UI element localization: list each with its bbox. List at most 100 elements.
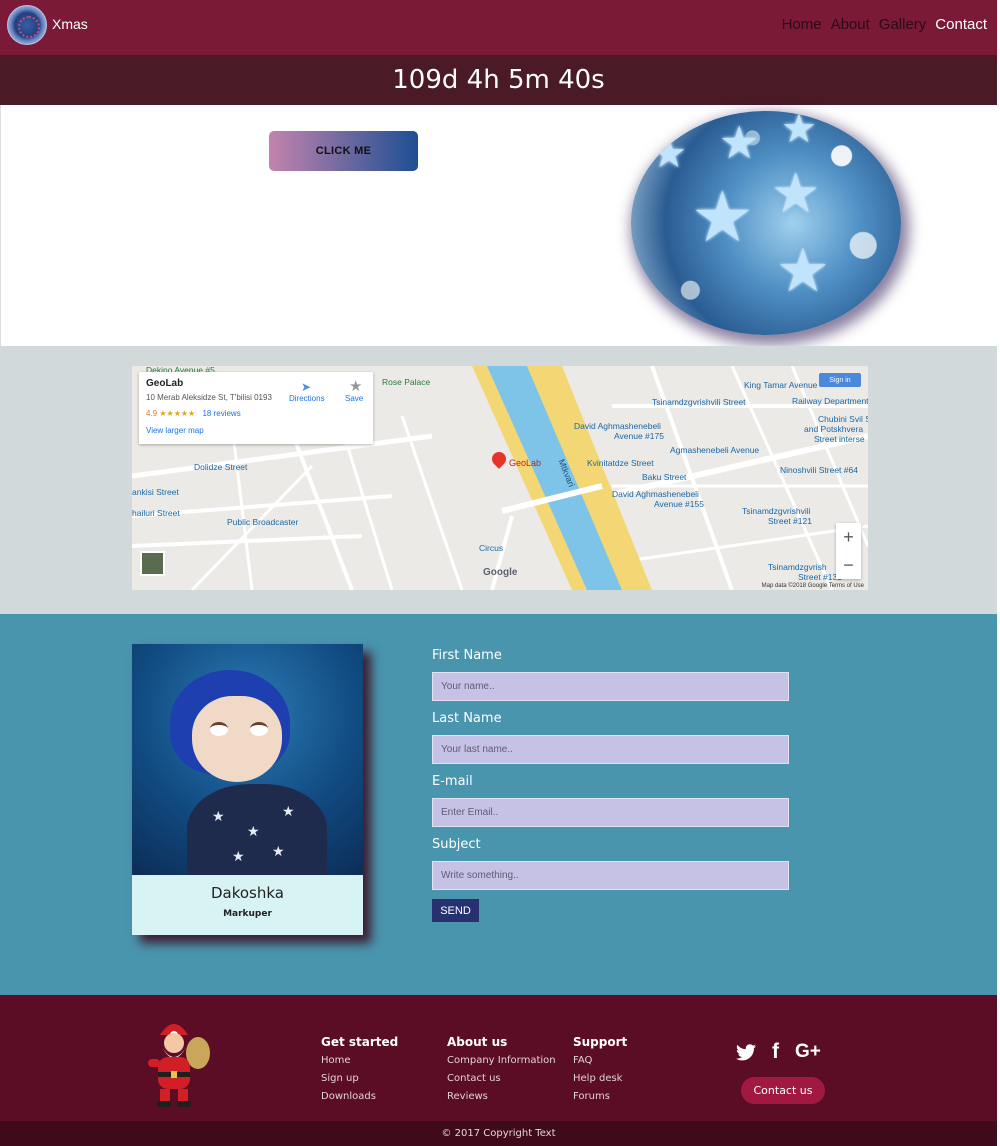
footer-link-help-desk[interactable]: Help desk xyxy=(573,1073,627,1091)
map-label: Tsinamdzgvrishvili Street xyxy=(652,397,746,407)
zoom-out-button[interactable]: − xyxy=(836,551,861,579)
footer-link-reviews[interactable]: Reviews xyxy=(447,1091,556,1109)
reviews-link[interactable]: 18 reviews xyxy=(202,409,240,418)
subject-input[interactable] xyxy=(432,861,789,890)
map-label: Ninoshvili Street #64 xyxy=(780,465,858,475)
map-label: David Aghmashenebeli xyxy=(574,421,661,431)
first-name-input[interactable] xyxy=(432,672,789,701)
google-map[interactable]: Dekino Avenue #5 Rose Palace King Tamar … xyxy=(132,366,868,590)
star-ornament-icon: ★ xyxy=(719,116,760,169)
place-address: 10 Merab Aleksidze St, T'bilisi 0193 xyxy=(146,393,272,402)
map-label: Public Broadcaster xyxy=(227,517,299,527)
footer-link-faq[interactable]: FAQ xyxy=(573,1055,627,1073)
nav-gallery-link[interactable]: Gallery xyxy=(879,16,927,33)
map-label: Rose Palace xyxy=(382,377,431,387)
star-ornament-icon: ★ xyxy=(651,131,687,177)
footer-column-get-started: Get started Home Sign up Downloads xyxy=(321,1035,398,1109)
map-place-card: GeoLab 10 Merab Aleksidze St, T'bilisi 0… xyxy=(139,372,373,444)
map-label: Avenue #175 xyxy=(614,431,664,441)
email-input[interactable] xyxy=(432,798,789,827)
map-label: King Tamar Avenue xyxy=(744,380,818,390)
countdown-banner: 109d 4h 5m 40s xyxy=(0,55,997,105)
map-label: Tsinamdzgvrish xyxy=(768,562,827,572)
save-link[interactable]: Save xyxy=(345,394,363,403)
email-label: E-mail xyxy=(432,774,473,789)
send-button[interactable]: SEND xyxy=(432,899,479,922)
map-label: Agmashenebeli Avenue xyxy=(670,445,760,455)
map-sign-in-button[interactable]: Sign in xyxy=(819,373,861,387)
nav-home-link[interactable]: Home xyxy=(782,16,822,33)
rating-value: 4.9 xyxy=(146,409,158,418)
footer-link-home[interactable]: Home xyxy=(321,1055,398,1073)
footer-column-about-us: About us Company Information Contact us … xyxy=(447,1035,556,1109)
star-ornament-icon: ★ xyxy=(691,176,754,258)
map-label: hailuri Street xyxy=(132,508,180,518)
contact-us-button[interactable]: Contact us xyxy=(741,1077,825,1104)
footer-heading: Support xyxy=(573,1035,628,1049)
nav-about-link[interactable]: About xyxy=(831,16,870,33)
footer-link-downloads[interactable]: Downloads xyxy=(321,1091,398,1109)
christmas-stars-photo: ★ ★ ★ ★ ★ ★ xyxy=(631,111,901,335)
brand-logo[interactable] xyxy=(7,5,47,45)
directions-link[interactable]: Directions xyxy=(289,394,325,403)
google-logo: Google xyxy=(483,567,518,578)
profile-card: ★ ★ ★ ★ ★ Dakoshka Markuper xyxy=(132,644,363,935)
last-name-input[interactable] xyxy=(432,735,789,764)
map-label: Avenue #155 xyxy=(654,499,704,509)
star-icon: ★ xyxy=(212,809,225,825)
footer: Get started Home Sign up Downloads About… xyxy=(0,995,997,1121)
map-label: Street interse xyxy=(814,434,865,444)
place-title: GeoLab xyxy=(146,378,184,389)
map-label: Tsinamdzgvrishvili xyxy=(742,506,811,516)
click-me-button[interactable]: CLICK ME xyxy=(269,131,418,171)
facebook-icon[interactable]: f xyxy=(772,1040,779,1064)
map-label: Circus xyxy=(479,543,504,553)
brand-name[interactable]: Xmas xyxy=(52,16,88,32)
map-label: David Aghmashenebeli xyxy=(612,489,699,499)
contact-form: First Name Last Name E-mail Subject SEND xyxy=(432,648,789,922)
first-name-label: First Name xyxy=(432,648,502,663)
footer-link-company-info[interactable]: Company Information xyxy=(447,1055,556,1073)
zoom-in-button[interactable]: + xyxy=(836,523,861,551)
map-section: Dekino Avenue #5 Rose Palace King Tamar … xyxy=(0,346,997,614)
hero-section: CLICK ME ★ ★ ★ ★ ★ ★ xyxy=(0,105,997,346)
contact-section: ★ ★ ★ ★ ★ Dakoshka Markuper First Name L… xyxy=(0,614,997,995)
google-plus-icon[interactable]: G+ xyxy=(795,1041,821,1063)
nav-links: Home About Gallery Contact xyxy=(782,16,987,33)
twitter-icon[interactable] xyxy=(736,1043,756,1061)
profile-photo: ★ ★ ★ ★ ★ xyxy=(132,644,363,875)
map-label: Railway Department xyxy=(792,396,868,406)
footer-heading: Get started xyxy=(321,1035,399,1049)
directions-icon[interactable]: ➤ xyxy=(301,380,311,394)
map-terms[interactable]: Map data ©2018 Google Terms of Use xyxy=(762,583,864,589)
map-label: ankisi Street xyxy=(132,487,179,497)
social-links: f G+ xyxy=(736,1040,821,1064)
top-navbar: Xmas Home About Gallery Contact xyxy=(0,0,997,55)
satellite-toggle[interactable] xyxy=(140,551,165,576)
star-icon: ★ xyxy=(272,844,285,860)
star-ornament-icon: ★ xyxy=(776,236,830,306)
copyright-text: © 2017 Copyright Text xyxy=(441,1128,556,1139)
star-icon: ★ xyxy=(232,849,245,865)
footer-link-sign-up[interactable]: Sign up xyxy=(321,1073,398,1091)
view-larger-map-link[interactable]: View larger map xyxy=(146,426,366,435)
copyright-bar: © 2017 Copyright Text xyxy=(0,1121,997,1146)
map-zoom-control: + − xyxy=(836,523,861,579)
profile-role: Markuper xyxy=(223,909,272,919)
footer-column-support: Support FAQ Help desk Forums xyxy=(573,1035,627,1109)
rating-stars-icon: ★★★★★ xyxy=(159,409,196,418)
footer-link-forums[interactable]: Forums xyxy=(573,1091,627,1109)
save-star-icon[interactable]: ★ xyxy=(349,377,362,395)
map-label: and Potskhvera xyxy=(804,424,864,434)
map-label: Street #121 xyxy=(768,516,812,526)
map-label: Kvinitatdze Street xyxy=(587,458,654,468)
last-name-label: Last Name xyxy=(432,711,502,726)
place-rating: 4.9 ★★★★★ 18 reviews xyxy=(146,409,366,418)
countdown-timer: 109d 4h 5m 40s xyxy=(392,65,605,95)
footer-heading: About us xyxy=(447,1035,508,1049)
footer-link-contact-us[interactable]: Contact us xyxy=(447,1073,556,1091)
map-label: Chubini Svil S xyxy=(818,414,868,424)
star-icon: ★ xyxy=(247,824,260,840)
star-icon: ★ xyxy=(282,804,295,820)
nav-contact-link[interactable]: Contact xyxy=(935,16,987,33)
